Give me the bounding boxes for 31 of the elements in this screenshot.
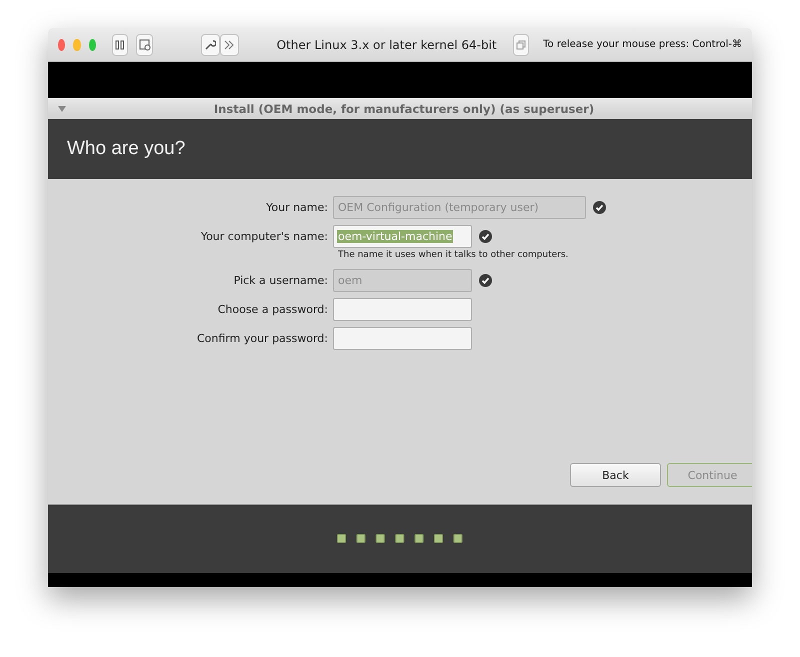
- page-heading: Who are you?: [67, 138, 186, 160]
- pause-icon: [115, 40, 125, 50]
- input-field[interactable]: [333, 298, 472, 321]
- snapshot-icon: [138, 38, 150, 50]
- input-field[interactable]: [333, 327, 472, 350]
- field-label: Your name:: [265, 201, 329, 214]
- input-field[interactable]: oem-virtual-machine: [333, 225, 472, 248]
- pause-button[interactable]: [112, 34, 128, 56]
- minimize-button[interactable]: [73, 38, 80, 50]
- copy-button[interactable]: [512, 34, 530, 56]
- zoom-button[interactable]: [88, 38, 96, 50]
- field-label: Confirm your password:: [196, 332, 329, 345]
- snapshot-button[interactable]: [136, 34, 153, 56]
- field-label: Pick a username:: [232, 274, 329, 287]
- menu-arrow-icon[interactable]: [58, 106, 66, 112]
- settings-button[interactable]: [200, 34, 220, 56]
- check-icon: [479, 274, 492, 287]
- copy-icon: [516, 40, 526, 50]
- check-icon: [593, 201, 606, 214]
- close-button[interactable]: [58, 38, 66, 50]
- installer-title: Install (OEM mode, for manufacturers only) (as superuser): [212, 102, 596, 116]
- wrench-icon: [204, 38, 216, 50]
- release-hint: To release your mouse press: Control-⌘: [543, 39, 742, 50]
- double-chevron-icon: [223, 40, 236, 50]
- field-label: Your computer's name:: [200, 230, 329, 243]
- more-button[interactable]: [220, 34, 239, 56]
- field-label: Choose a password:: [216, 303, 329, 316]
- check-icon: [479, 230, 492, 243]
- back-button[interactable]: Back: [570, 463, 661, 487]
- field-hint: The name it uses when it talks to other computers.: [338, 250, 570, 262]
- window-title: Other Linux 3.x or later kernel 64-bit: [276, 38, 497, 52]
